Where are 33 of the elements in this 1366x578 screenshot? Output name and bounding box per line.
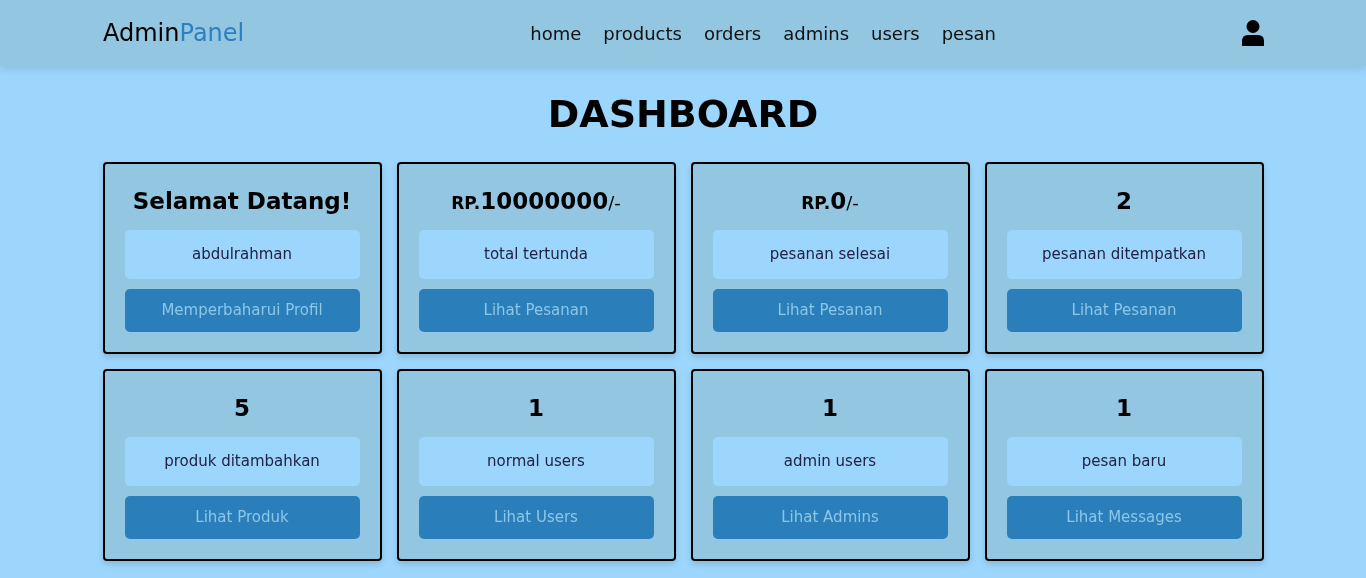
page-title: DASHBOARD [546, 92, 820, 138]
card-button[interactable]: Lihat Pesanan [418, 288, 654, 332]
card-heading: 1 [527, 393, 545, 423]
card-label: total tertunda [418, 229, 654, 279]
card-label: abdulrahman [124, 229, 360, 279]
nav-link[interactable]: orders [703, 22, 762, 44]
card-heading: 1 [821, 393, 839, 423]
nav-link[interactable]: home [530, 22, 582, 44]
card-label: pesanan ditempatkan [1006, 229, 1242, 279]
card-button[interactable]: Memperbaharui Profil [124, 288, 360, 332]
logo[interactable]: AdminPanel [103, 19, 245, 47]
nav-link[interactable]: admins [783, 22, 850, 44]
card-label: pesanan selesai [712, 229, 948, 279]
card-button[interactable]: Lihat Admins [712, 495, 948, 539]
nav-link[interactable]: pesan [941, 22, 996, 44]
card-heading: Selamat Datang! [131, 186, 353, 216]
card-button[interactable]: Lihat Pesanan [1006, 288, 1242, 332]
card-label: normal users [418, 436, 654, 486]
card-button[interactable]: Lihat Messages [1006, 495, 1242, 539]
nav-link[interactable]: products [603, 22, 682, 44]
card-button[interactable]: Lihat Produk [124, 495, 360, 539]
card-heading: RP.0/- [800, 186, 860, 216]
card-button[interactable]: Lihat Pesanan [712, 288, 948, 332]
card-label: pesan baru [1006, 436, 1242, 486]
card-heading: 1 [1115, 393, 1133, 423]
card-label: admin users [712, 436, 948, 486]
card-button[interactable]: Lihat Users [418, 495, 654, 539]
user-icon[interactable] [1242, 20, 1264, 46]
card-heading: 2 [1115, 186, 1133, 216]
card-heading: RP.10000000/- [450, 186, 622, 216]
nav-link[interactable]: users [871, 22, 920, 44]
card-label: produk ditambahkan [124, 436, 360, 486]
card-heading: 5 [233, 393, 251, 423]
